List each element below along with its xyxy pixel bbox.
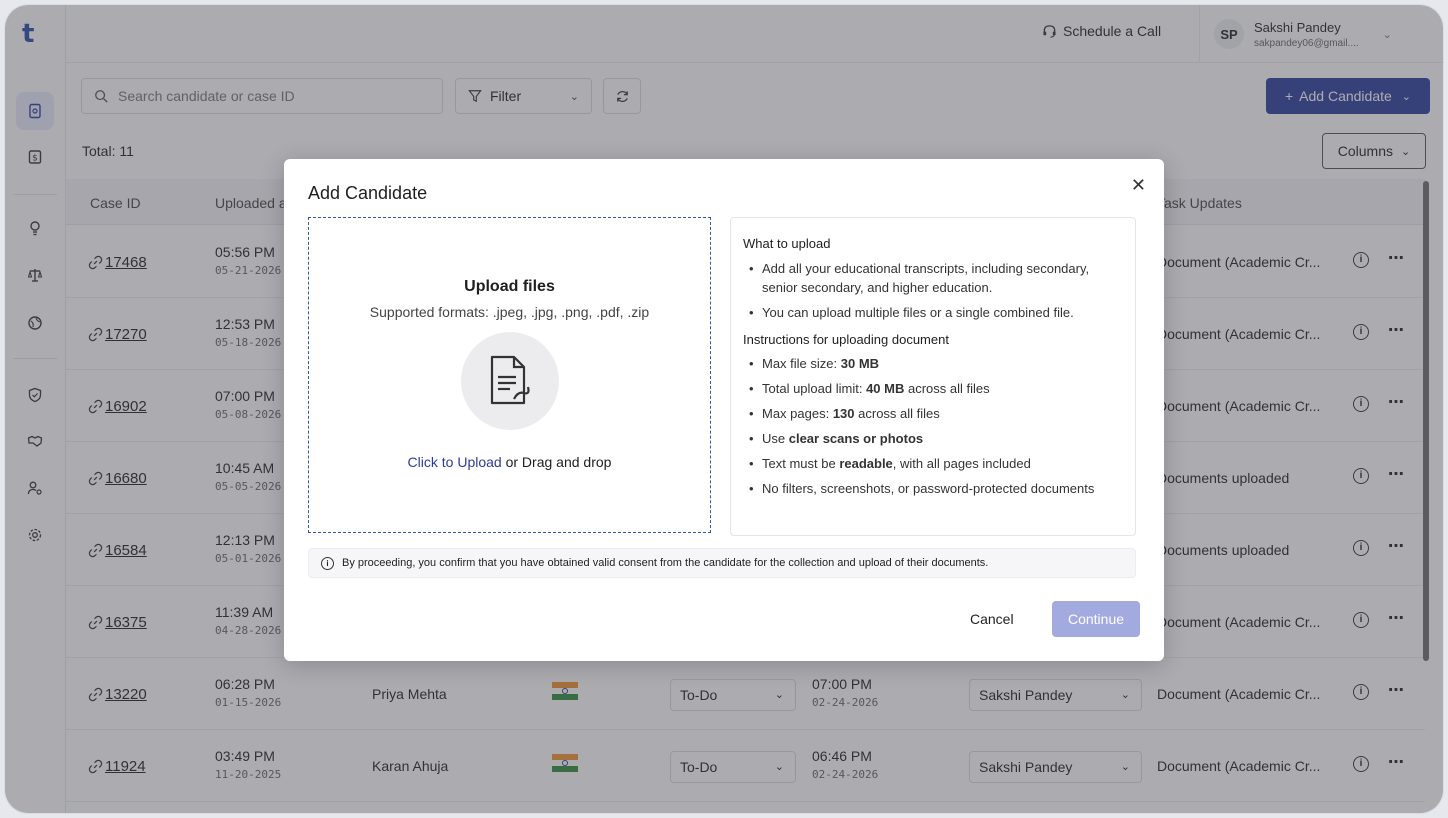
consent-notice: i By proceeding, you confirm that you ha… [308,548,1136,578]
cancel-button[interactable]: Cancel [970,611,1014,627]
list-item: Max file size: 30 MB [743,354,1123,373]
instructions-heading: Instructions for uploading document [743,332,949,347]
drag-drop-label: or Drag and drop [501,454,612,470]
upload-instructions-panel: What to upload Add all your educational … [730,217,1136,536]
consent-text: By proceeding, you confirm that you have… [342,557,989,569]
continue-button[interactable]: Continue [1052,601,1140,637]
list-item: Text must be readable, with all pages in… [743,454,1123,473]
instructions-list: Max file size: 30 MB Total upload limit:… [743,354,1123,498]
list-item: Total upload limit: 40 MB across all fil… [743,379,1123,398]
upload-file-icon [461,332,559,430]
close-icon[interactable]: ✕ [1131,175,1146,196]
supported-formats: Supported formats: .jpeg, .jpg, .png, .p… [369,304,650,320]
list-item: Use clear scans or photos [743,429,1123,448]
list-item: Add all your educational transcripts, in… [743,259,1123,297]
info-icon: i [321,556,334,570]
click-to-upload-link[interactable]: Click to Upload [408,454,502,470]
add-candidate-modal: Add Candidate ✕ Upload files Supported f… [284,159,1164,661]
upload-action: Click to Upload or Drag and drop [309,454,710,470]
list-item: Max pages: 130 across all files [743,404,1123,423]
app-window: t $ Schedule a Call SP Sakshi Pandey sak… [4,4,1444,814]
upload-dropzone[interactable]: Upload files Supported formats: .jpeg, .… [308,217,711,533]
list-item: You can upload multiple files or a singl… [743,303,1123,322]
modal-title: Add Candidate [308,183,428,203]
upload-title: Upload files [464,278,555,295]
list-item: No filters, screenshots, or password-pro… [743,479,1123,498]
what-to-upload-list: Add all your educational transcripts, in… [743,259,1123,322]
what-to-upload-heading: What to upload [743,236,831,251]
